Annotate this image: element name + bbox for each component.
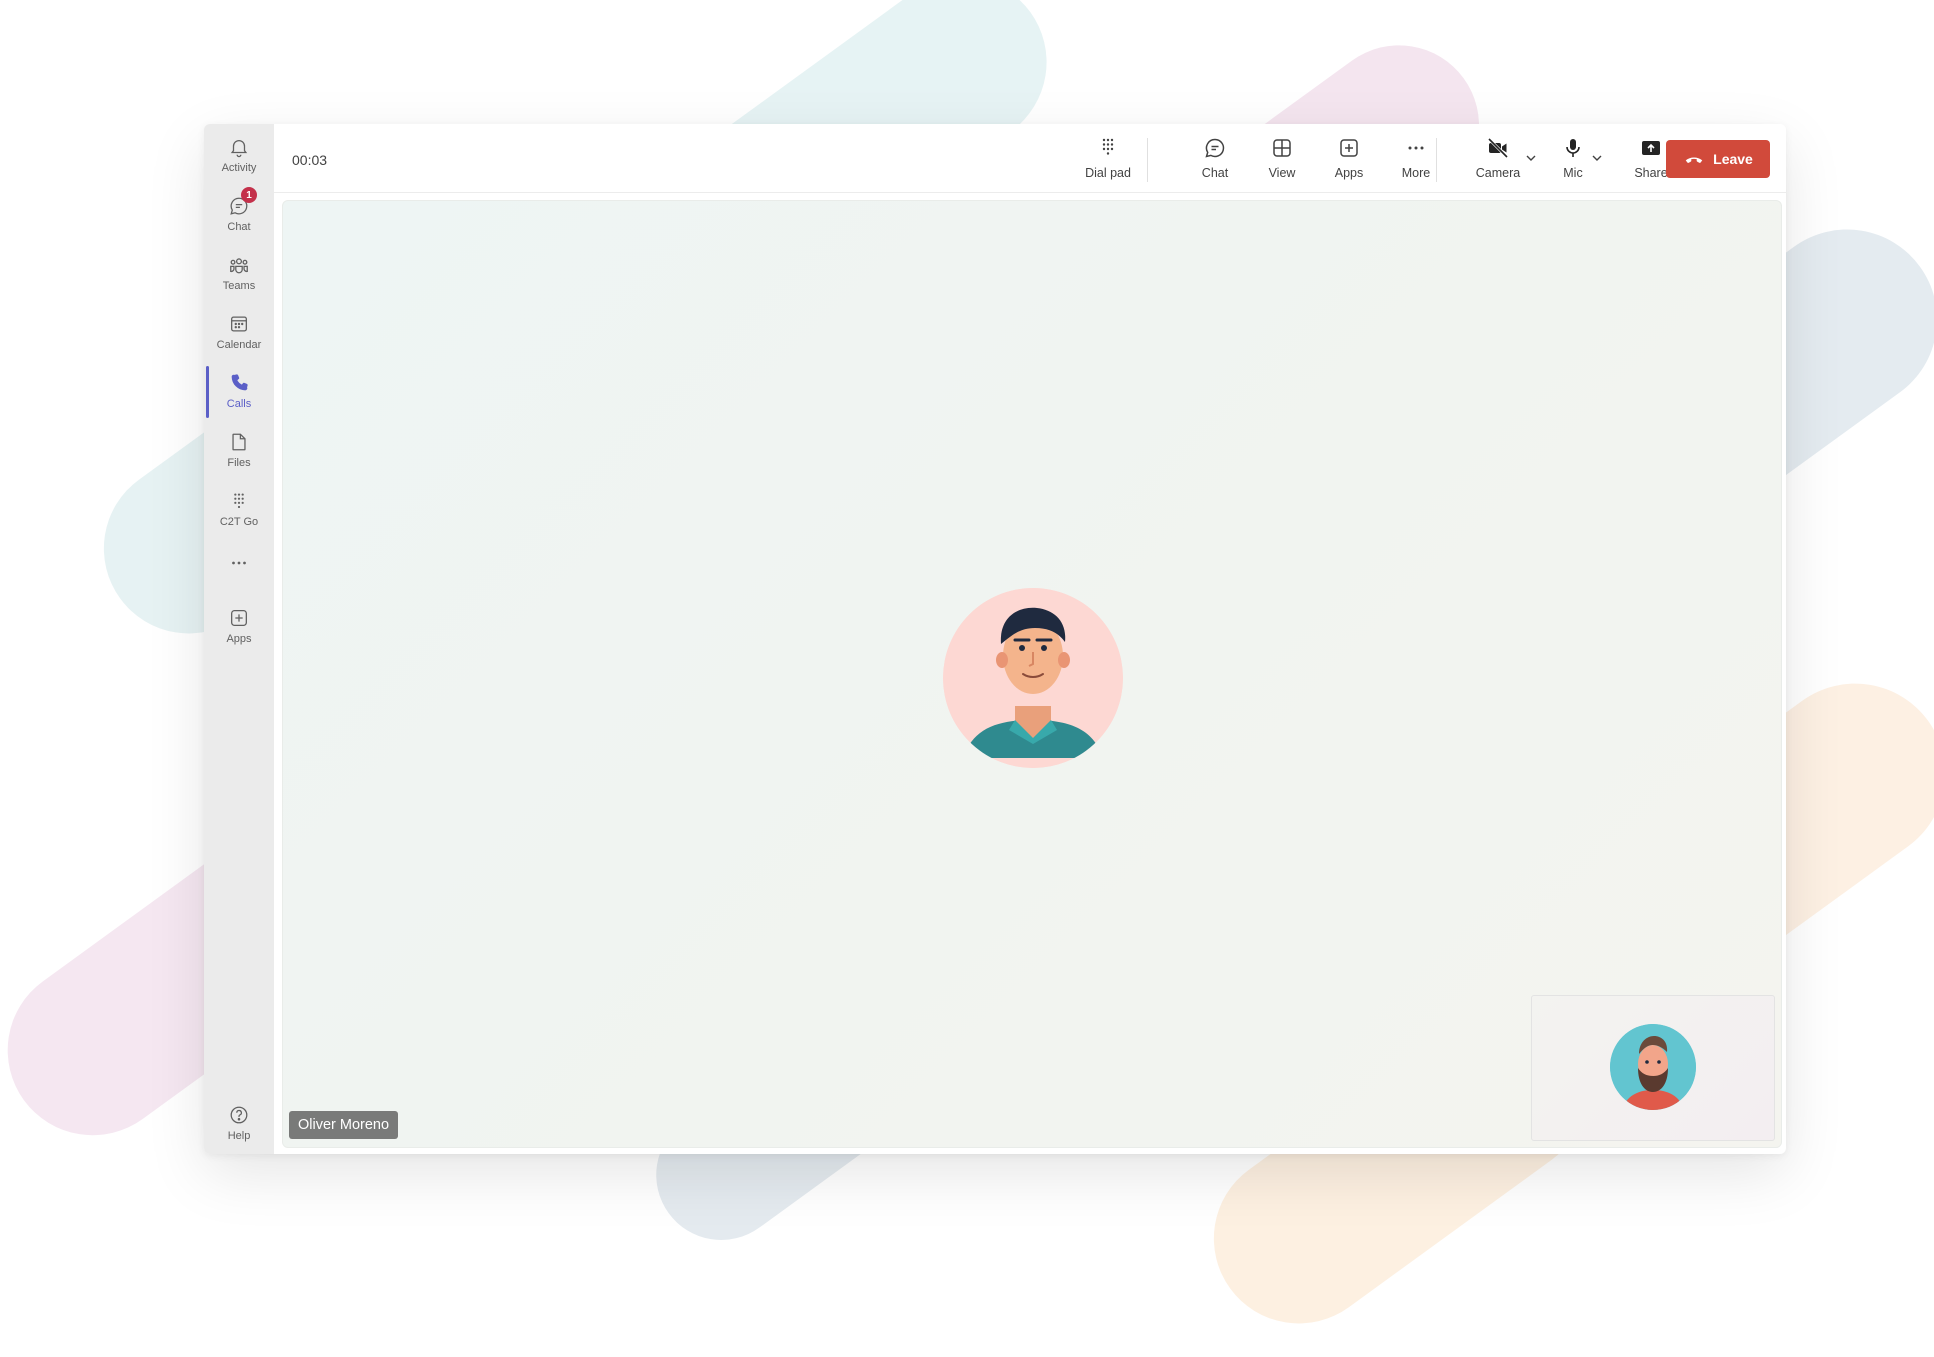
call-stage: Oliver Moreno [282,200,1782,1148]
self-avatar-illustration [1610,1024,1696,1110]
more-apps-button[interactable] [204,550,274,574]
dialpad-button[interactable]: Dial pad [1076,136,1140,184]
toolbar-divider [1436,138,1437,182]
add-app-icon [231,610,247,626]
file-icon [232,433,246,451]
hang-up-icon [1685,157,1703,163]
mic-options-chevron-down-icon[interactable] [1589,150,1605,166]
rail-item-files[interactable]: Files [204,429,274,483]
unread-badge: 1 [241,187,257,203]
teams-call-window: Activity 1 Chat Teams Calendar Calls Fil… [204,124,1786,1154]
teams-icon [230,258,248,274]
dialpad-icon [234,493,244,509]
toolbar-divider [1147,138,1148,182]
apps-button[interactable]: Apps [1317,136,1381,184]
camera-button[interactable]: Camera [1466,136,1530,184]
rail-item-calendar[interactable]: Calendar [204,311,274,365]
more-icon [232,561,246,565]
rail-item-help[interactable]: Help [204,1102,274,1154]
share-label: Share [1634,166,1668,180]
rail-label: C2T Go [219,516,259,528]
camera-off-icon [1487,137,1509,159]
app-rail: Activity 1 Chat Teams Calendar Calls Fil… [204,124,274,1154]
self-avatar [1610,1024,1696,1110]
rail-item-c2t-go[interactable]: C2T Go [204,488,274,542]
phone-icon [231,374,248,391]
chat-button[interactable]: Chat [1183,136,1247,184]
leave-label: Leave [1713,151,1753,167]
participant-avatar-illustration [943,588,1123,768]
rail-label: Teams [222,280,256,292]
view-label: View [1268,166,1296,180]
rail-label: Calendar [216,339,262,351]
rail-item-apps[interactable]: Apps [204,605,274,659]
rail-item-activity[interactable]: Activity [204,134,274,188]
rail-item-teams[interactable]: Teams [204,252,274,306]
microphone-icon [1566,139,1580,157]
grid-view-icon [1273,139,1291,157]
apps-label: Apps [1334,166,1364,180]
rail-label: Activity [221,162,257,174]
rail-label: Files [227,457,251,469]
rail-item-calls[interactable]: Calls [204,366,274,424]
rail-label: Calls [226,398,252,410]
camera-label: Camera [1475,166,1521,180]
rail-label: Chat [227,221,251,233]
participant-name-tag: Oliver Moreno [289,1111,399,1139]
rail-label: Apps [226,633,252,645]
camera-options-chevron-down-icon[interactable] [1523,150,1539,166]
more-button[interactable]: More [1384,136,1448,184]
self-view-tile[interactable] [1531,995,1775,1141]
leave-button[interactable]: Leave [1666,140,1770,178]
mic-label: Mic [1563,166,1583,180]
help-icon [230,1106,248,1124]
chat-label: Chat [1201,166,1229,180]
participant-avatar [943,588,1123,768]
dialpad-icon [1102,138,1114,155]
call-timer: 00:03 [292,152,328,168]
more-icon [1408,146,1424,150]
share-screen-icon [1642,141,1660,155]
rail-label: Help [227,1130,251,1142]
view-button[interactable]: View [1250,136,1314,184]
bell-icon [230,140,248,158]
calendar-icon [231,316,247,332]
more-label: More [1401,166,1431,180]
dialpad-label: Dial pad [1085,166,1131,180]
add-app-icon [1340,139,1358,157]
call-toolbar: 00:03 Dial pad Chat View Apps More Camer… [274,124,1786,193]
rail-item-chat[interactable]: 1 Chat [204,187,274,247]
chat-icon [1205,138,1225,158]
